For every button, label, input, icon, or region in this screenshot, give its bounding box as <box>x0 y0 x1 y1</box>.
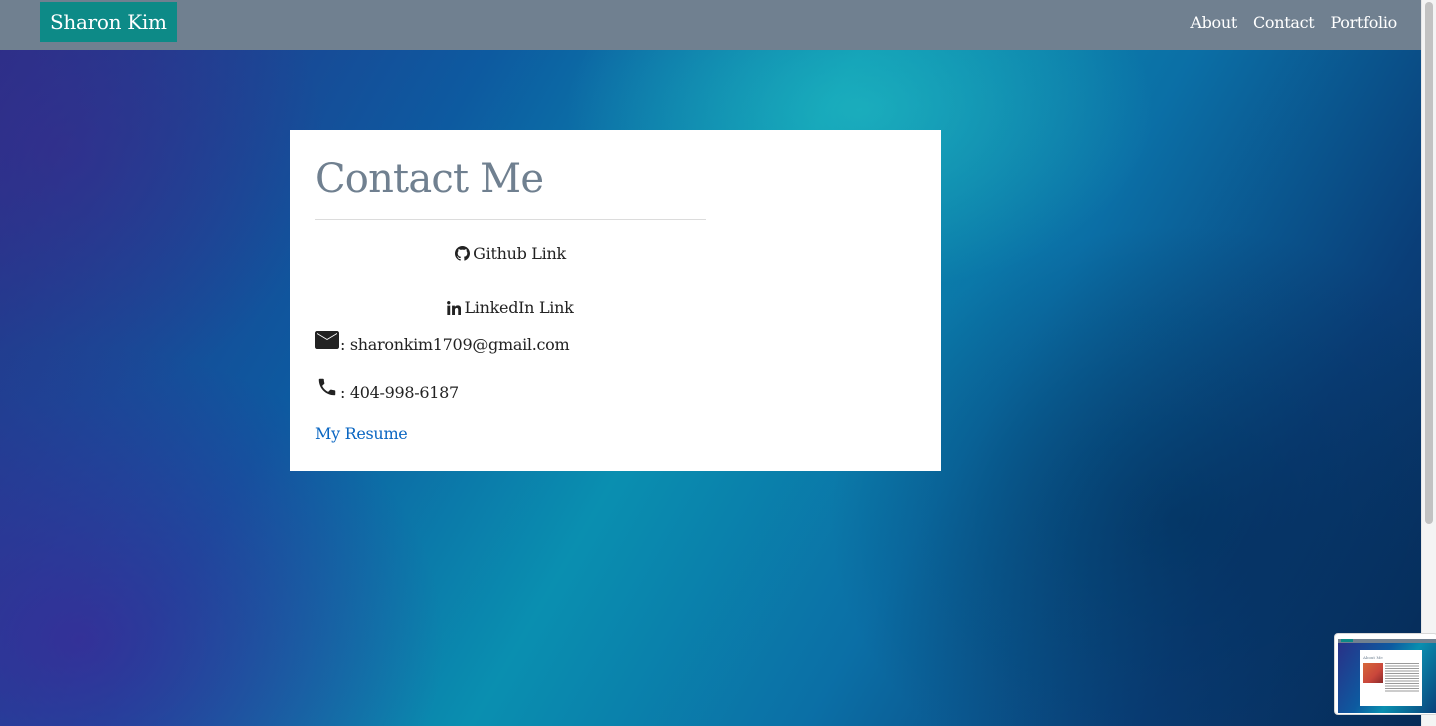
nav-link-portfolio[interactable]: Portfolio <box>1330 13 1397 32</box>
phone-row: : 404-998-6187 <box>315 376 459 402</box>
scrollbar[interactable] <box>1421 0 1436 726</box>
divider <box>315 219 706 220</box>
nav-link-about[interactable]: About <box>1190 13 1237 32</box>
email-row: : sharonkim1709@gmail.com <box>315 330 570 354</box>
mail-icon <box>315 330 340 354</box>
github-icon <box>455 244 473 263</box>
linkedin-link[interactable]: LinkedIn Link <box>315 298 706 317</box>
linkedin-link-label: LinkedIn Link <box>464 298 574 317</box>
preview-photo <box>1363 663 1383 683</box>
nav-links: About Contact Portfolio <box>1190 0 1397 44</box>
github-link-label: Github Link <box>473 244 566 263</box>
email-text: : sharonkim1709@gmail.com <box>340 335 570 354</box>
scrollbar-thumb[interactable] <box>1425 2 1433 524</box>
phone-icon <box>315 376 340 402</box>
contact-card: Contact Me Github Link LinkedIn Link : s… <box>290 130 941 471</box>
preview-text-lines <box>1385 663 1419 693</box>
phone-text: : 404-998-6187 <box>340 383 459 402</box>
github-link[interactable]: Github Link <box>315 244 706 263</box>
linkedin-icon <box>447 298 464 317</box>
navbar: Sharon Kim About Contact Portfolio <box>0 0 1421 50</box>
nav-link-contact[interactable]: Contact <box>1253 13 1315 32</box>
page-title: Contact Me <box>315 156 544 202</box>
brand-logo[interactable]: Sharon Kim <box>40 2 177 42</box>
page-background: Sharon Kim About Contact Portfolio Conta… <box>0 0 1436 726</box>
page-preview-thumbnail[interactable]: About Me <box>1334 633 1436 715</box>
resume-link[interactable]: My Resume <box>315 424 408 443</box>
preview-background: About Me <box>1338 639 1436 713</box>
preview-heading: About Me <box>1363 655 1383 660</box>
preview-brand <box>1341 639 1353 642</box>
